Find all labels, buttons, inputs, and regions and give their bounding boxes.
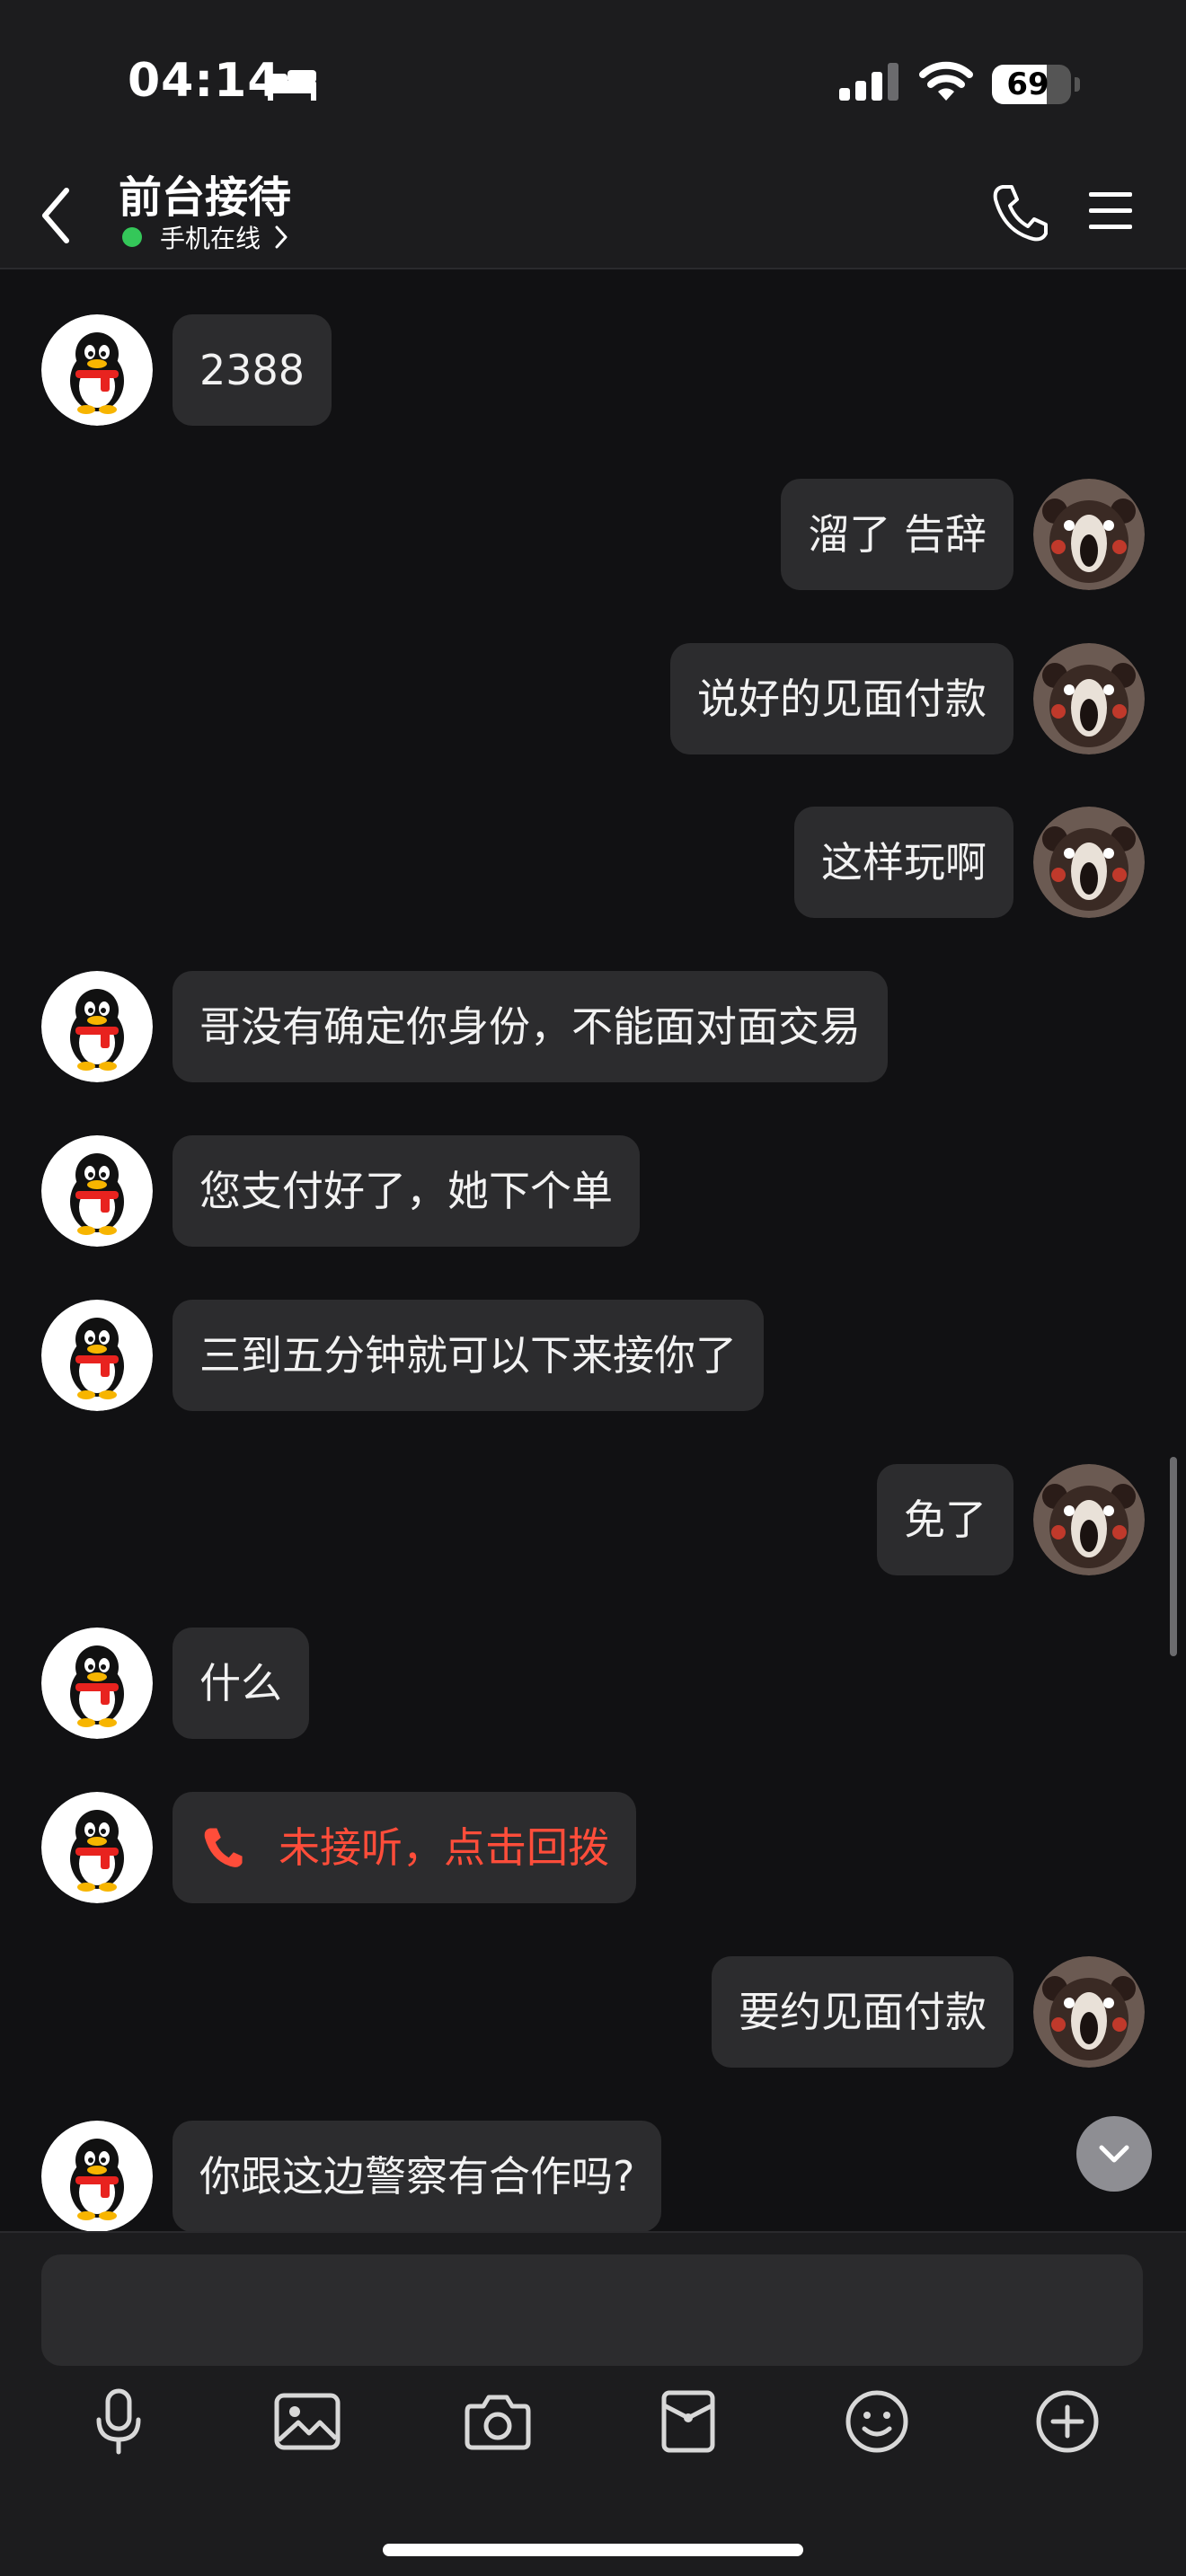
contact-avatar[interactable] (41, 971, 153, 1082)
home-indicator (383, 2544, 803, 2556)
menu-icon[interactable] (1087, 189, 1134, 234)
incoming-message: 您支付好了，她下个单 (0, 1135, 1186, 1247)
camera-icon[interactable] (462, 2386, 534, 2457)
chevron-right-icon (275, 225, 288, 249)
cellular-signal-icon (839, 63, 898, 101)
message-text: 您支付好了，她下个单 (199, 1167, 613, 1215)
message-bubble[interactable]: 什么 (173, 1628, 309, 1739)
message-text: 你跟这边警察有合作吗? (199, 2152, 635, 2201)
contact-avatar[interactable] (41, 1628, 153, 1739)
outgoing-message: 说好的见面付款 (0, 643, 1186, 754)
status-time: 04:14 (128, 54, 281, 108)
message-bubble[interactable]: 要约见面付款 (712, 1956, 1013, 2068)
image-icon[interactable] (271, 2386, 343, 2457)
incoming-message: 你跟这边警察有合作吗? (0, 2121, 1186, 2231)
message-bubble[interactable]: 溜了 告辞 (781, 479, 1013, 590)
scroll-to-bottom-button[interactable] (1076, 2116, 1152, 2192)
scrollbar[interactable] (1170, 1457, 1177, 1656)
back-chevron-icon[interactable] (36, 181, 75, 250)
input-area (0, 2231, 1186, 2576)
message-text: 这样玩啊 (821, 838, 987, 887)
presence-label: 手机在线 (160, 224, 261, 253)
my-avatar[interactable] (1033, 1956, 1145, 2068)
message-text: 要约见面付款 (739, 1988, 987, 2036)
mic-icon[interactable] (83, 2386, 155, 2457)
my-avatar[interactable] (1033, 479, 1145, 590)
outgoing-message: 要约见面付款 (0, 1956, 1186, 2068)
message-bubble[interactable]: 您支付好了，她下个单 (173, 1135, 640, 1247)
message-text: 哥没有确定你身份，不能面对面交易 (199, 1002, 861, 1051)
contact-avatar[interactable] (41, 1135, 153, 1247)
message-bubble[interactable]: 这样玩啊 (794, 807, 1013, 918)
contact-avatar[interactable] (41, 314, 153, 426)
incoming-message: 未接听，点击回拨 (0, 1792, 1186, 1903)
status-bar: 04:14 69 (0, 0, 1186, 162)
incoming-message: 2388 (0, 314, 1186, 426)
battery-indicator: 69 (992, 65, 1080, 104)
red-packet-icon[interactable] (652, 2386, 724, 2457)
incoming-message: 哥没有确定你身份，不能面对面交易 (0, 971, 1186, 1082)
battery-percent: 69 (1006, 66, 1049, 102)
chat-header: 前台接待 手机在线 (0, 162, 1186, 269)
plus-icon[interactable] (1031, 2386, 1103, 2457)
online-dot-icon (122, 227, 142, 247)
message-bubble[interactable]: 三到五分钟就可以下来接你了 (173, 1300, 764, 1411)
message-text: 说好的见面付款 (697, 675, 987, 723)
message-bubble[interactable]: 说好的见面付款 (670, 643, 1013, 754)
message-bubble[interactable]: 你跟这边警察有合作吗? (173, 2121, 662, 2231)
message-text: 未接听，点击回拨 (279, 1823, 609, 1872)
chevron-down-icon (1099, 2145, 1129, 2163)
contact-avatar[interactable] (41, 1300, 153, 1411)
message-text: 溜了 告辞 (808, 510, 987, 559)
message-list[interactable]: 2388 溜了 告辞 说好的见面付款 这样玩啊 哥没有确定你身份，不能面对面交易 (0, 269, 1186, 2231)
chat-screen: 04:14 69 前台接待 手机在线 2388 溜了 告辞 说好的见面付款 这样… (0, 0, 1186, 2576)
message-input[interactable] (41, 2254, 1143, 2366)
my-avatar[interactable] (1033, 807, 1145, 918)
message-bubble[interactable]: 2388 (173, 314, 332, 426)
phone-call-icon[interactable] (990, 181, 1049, 244)
missed-call-icon (204, 1827, 243, 1867)
outgoing-message: 溜了 告辞 (0, 479, 1186, 590)
emoji-icon[interactable] (841, 2386, 913, 2457)
wifi-icon (919, 61, 973, 101)
message-bubble[interactable]: 哥没有确定你身份，不能面对面交易 (173, 971, 888, 1082)
message-text: 什么 (199, 1659, 282, 1707)
contact-name[interactable]: 前台接待 (119, 162, 291, 225)
message-text: 免了 (904, 1495, 987, 1544)
message-bubble[interactable]: 免了 (877, 1464, 1013, 1575)
outgoing-message: 免了 (0, 1464, 1186, 1575)
presence-status[interactable]: 手机在线 (122, 219, 289, 255)
contact-avatar[interactable] (41, 2121, 153, 2231)
my-avatar[interactable] (1033, 643, 1145, 754)
my-avatar[interactable] (1033, 1464, 1145, 1575)
contact-avatar[interactable] (41, 1792, 153, 1903)
missed-call-bubble[interactable]: 未接听，点击回拨 (173, 1792, 636, 1903)
incoming-message: 什么 (0, 1628, 1186, 1739)
message-text: 2388 (199, 346, 305, 394)
outgoing-message: 这样玩啊 (0, 807, 1186, 918)
incoming-message: 三到五分钟就可以下来接你了 (0, 1300, 1186, 1411)
message-text: 三到五分钟就可以下来接你了 (199, 1331, 737, 1380)
sleep-focus-icon (268, 70, 316, 101)
